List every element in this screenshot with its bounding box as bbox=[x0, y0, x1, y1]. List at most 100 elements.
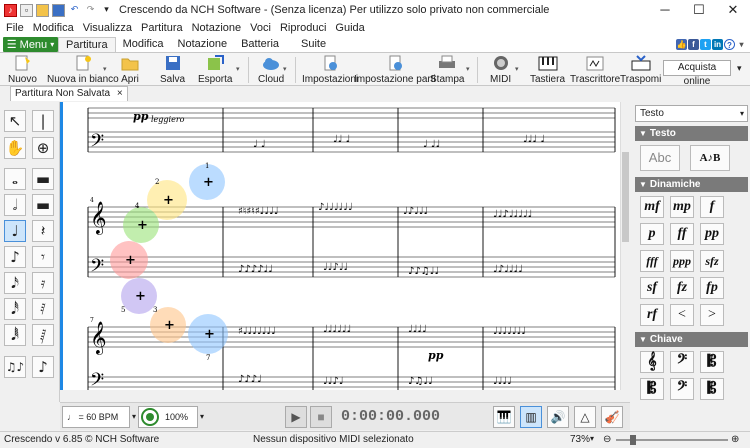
like-icon[interactable]: 👍 bbox=[676, 39, 687, 50]
zoom-tool-icon[interactable]: ⊕ bbox=[32, 137, 54, 159]
dynamic-f-button[interactable]: f bbox=[700, 196, 724, 218]
section-header-testo[interactable]: ▼ Testo bbox=[635, 126, 748, 141]
menu-voci[interactable]: Voci bbox=[250, 22, 271, 34]
half-note-icon[interactable]: 𝅗𝅥 bbox=[4, 194, 26, 216]
pointer-tool-icon[interactable]: ↖ bbox=[4, 110, 26, 132]
new-dropdown-icon[interactable]: ▾ bbox=[103, 65, 107, 73]
document-tab[interactable]: Partitura Non Salvata × bbox=[10, 86, 128, 101]
menu-guida[interactable]: Guida bbox=[335, 22, 364, 34]
zoom-in-icon[interactable]: ⊕ bbox=[731, 434, 739, 445]
quarter-rest-icon[interactable]: 𝄽 bbox=[32, 220, 54, 242]
tab-notazione[interactable]: Notazione bbox=[171, 37, 235, 52]
thirtysecond-rest-icon[interactable]: 𝅀 bbox=[32, 298, 54, 320]
metronome-icon[interactable]: 🎹 bbox=[493, 406, 515, 428]
speaker-icon[interactable]: 🔊 bbox=[547, 406, 569, 428]
tab-partitura[interactable]: Partitura bbox=[58, 37, 116, 52]
dynamic-ff-button[interactable]: ff bbox=[670, 223, 694, 245]
eighth-note-icon[interactable]: ♪ bbox=[4, 246, 26, 268]
print-dropdown-icon[interactable]: ▾ bbox=[466, 65, 470, 73]
scroll-thumb[interactable] bbox=[622, 152, 629, 242]
dynamic-pp-button[interactable]: pp bbox=[700, 223, 724, 245]
crescendo-hairpin-button[interactable]: < bbox=[670, 304, 694, 326]
sixtyfourth-note-icon[interactable]: 𝅘𝅥𝅱 bbox=[4, 324, 26, 346]
bass-clef-icon[interactable]: 𝄢 bbox=[670, 351, 694, 373]
metronome-toggle-icon[interactable]: △ bbox=[574, 406, 596, 428]
open-button[interactable]: Apri bbox=[120, 55, 140, 85]
help-dropdown-icon[interactable]: ▾ bbox=[736, 39, 747, 50]
zoom-slider-thumb[interactable] bbox=[630, 435, 636, 445]
grace-note-icon[interactable]: ♪ bbox=[32, 356, 54, 378]
horizontal-scrollbar[interactable] bbox=[60, 390, 630, 398]
lyrics-tool-icon[interactable]: A♪B bbox=[690, 145, 730, 171]
maximize-icon[interactable]: ☐ bbox=[682, 0, 716, 20]
alto-clef-icon[interactable]: 𝄡 bbox=[700, 351, 724, 373]
volume-dropdown-icon[interactable]: ▾ bbox=[200, 412, 204, 421]
quarter-note-icon[interactable]: ♩ bbox=[4, 220, 26, 242]
parts-settings-button[interactable]: Impostazione parti bbox=[354, 55, 436, 85]
zoom-dropdown-icon[interactable]: ▾ bbox=[590, 434, 594, 443]
linkedin-icon[interactable]: in bbox=[712, 39, 723, 50]
open-folder-icon[interactable] bbox=[36, 3, 49, 17]
tab-suite[interactable]: Suite bbox=[294, 37, 333, 52]
menu-visualizza[interactable]: Visualizza bbox=[83, 22, 132, 34]
menu-button[interactable]: ☰ Menu ▾ bbox=[3, 37, 58, 52]
dynamic-ppp-button[interactable]: ppp bbox=[670, 250, 694, 272]
twitter-icon[interactable]: t bbox=[700, 39, 711, 50]
tempo-field[interactable]: ♩ = 60 BPM bbox=[62, 406, 130, 428]
eighth-rest-icon[interactable]: 𝄾 bbox=[32, 246, 54, 268]
save-icon[interactable] bbox=[52, 3, 65, 17]
instrument-icon[interactable]: 🎻 bbox=[601, 406, 623, 428]
midi-dropdown-icon[interactable]: ▾ bbox=[515, 65, 519, 73]
close-icon[interactable]: ✕ bbox=[716, 0, 750, 20]
tenor-clef-icon[interactable]: 𝄡 bbox=[640, 378, 664, 400]
keyboard-button[interactable]: Tastiera bbox=[530, 55, 565, 85]
transpose-button[interactable]: Traspomi bbox=[620, 55, 661, 85]
whole-rest-icon[interactable]: ▬ bbox=[32, 168, 54, 190]
buy-online-button[interactable]: Acquista online bbox=[663, 60, 731, 87]
soprano-clef-icon[interactable]: 𝄡 bbox=[700, 378, 724, 400]
undo-icon[interactable]: ↶ bbox=[68, 4, 81, 17]
treble-clef-icon[interactable]: 𝄞 bbox=[640, 351, 664, 373]
menu-notazione[interactable]: Notazione bbox=[192, 22, 242, 34]
text-tool-icon[interactable]: Abc bbox=[640, 145, 680, 171]
dynamic-fp-button[interactable]: fp bbox=[700, 277, 724, 299]
help-icon[interactable]: ? bbox=[724, 39, 735, 50]
tempo-dropdown-icon[interactable]: ▾ bbox=[132, 412, 136, 421]
cloud-button[interactable]: Cloud bbox=[258, 55, 284, 85]
section-header-dinamiche[interactable]: ▼ Dinamiche bbox=[635, 177, 748, 192]
sixtyfourth-rest-icon[interactable]: 𝅁 bbox=[32, 324, 54, 346]
export-button[interactable]: Esporta bbox=[198, 55, 232, 85]
zoom-out-icon[interactable]: ⊖ bbox=[603, 434, 611, 445]
menu-modifica[interactable]: Modifica bbox=[33, 22, 74, 34]
vertical-scrollbar[interactable] bbox=[620, 102, 630, 390]
dynamic-mf-button[interactable]: mf bbox=[640, 196, 664, 218]
cloud-dropdown-icon[interactable]: ▾ bbox=[283, 65, 287, 73]
dynamic-sfz-button[interactable]: sfz bbox=[700, 250, 724, 272]
play-button[interactable]: ▶ bbox=[285, 406, 307, 428]
hand-tool-icon[interactable]: ✋ bbox=[4, 137, 26, 159]
tab-modifica[interactable]: Modifica bbox=[116, 37, 171, 52]
menu-file[interactable]: File bbox=[6, 22, 24, 34]
new-file-icon[interactable]: ▫ bbox=[20, 3, 33, 17]
follow-cursor-icon[interactable]: ▥ bbox=[520, 406, 542, 428]
bass-8vb-clef-icon[interactable]: 𝄢 bbox=[670, 378, 694, 400]
export-dropdown-icon[interactable]: ▾ bbox=[236, 65, 240, 73]
ribbon-expand-icon[interactable]: ▾ bbox=[737, 63, 742, 74]
dynamic-sf-button[interactable]: sf bbox=[640, 277, 664, 299]
new-blank-button[interactable]: Nuova in bianco bbox=[47, 55, 119, 85]
triplet-icon[interactable]: ♫♪ bbox=[4, 356, 26, 378]
midi-button[interactable]: MIDI bbox=[490, 55, 511, 85]
half-rest-icon[interactable]: ▬ bbox=[32, 194, 54, 216]
whole-note-icon[interactable]: 𝅝 bbox=[4, 168, 26, 190]
menu-riproduci[interactable]: Riproduci bbox=[280, 22, 326, 34]
tab-batteria[interactable]: Batteria bbox=[234, 37, 286, 52]
dynamic-mp-button[interactable]: mp bbox=[670, 196, 694, 218]
print-button[interactable]: Stampa bbox=[430, 55, 464, 85]
volume-dial-icon[interactable] bbox=[141, 408, 159, 426]
settings-button[interactable]: Impostazioni bbox=[302, 55, 358, 85]
decrescendo-hairpin-button[interactable]: > bbox=[700, 304, 724, 326]
sixteenth-rest-icon[interactable]: 𝄿 bbox=[32, 272, 54, 294]
dynamic-fz-button[interactable]: fz bbox=[670, 277, 694, 299]
new-button[interactable]: Nuovo bbox=[8, 55, 37, 85]
minimize-icon[interactable]: ─ bbox=[648, 0, 682, 20]
